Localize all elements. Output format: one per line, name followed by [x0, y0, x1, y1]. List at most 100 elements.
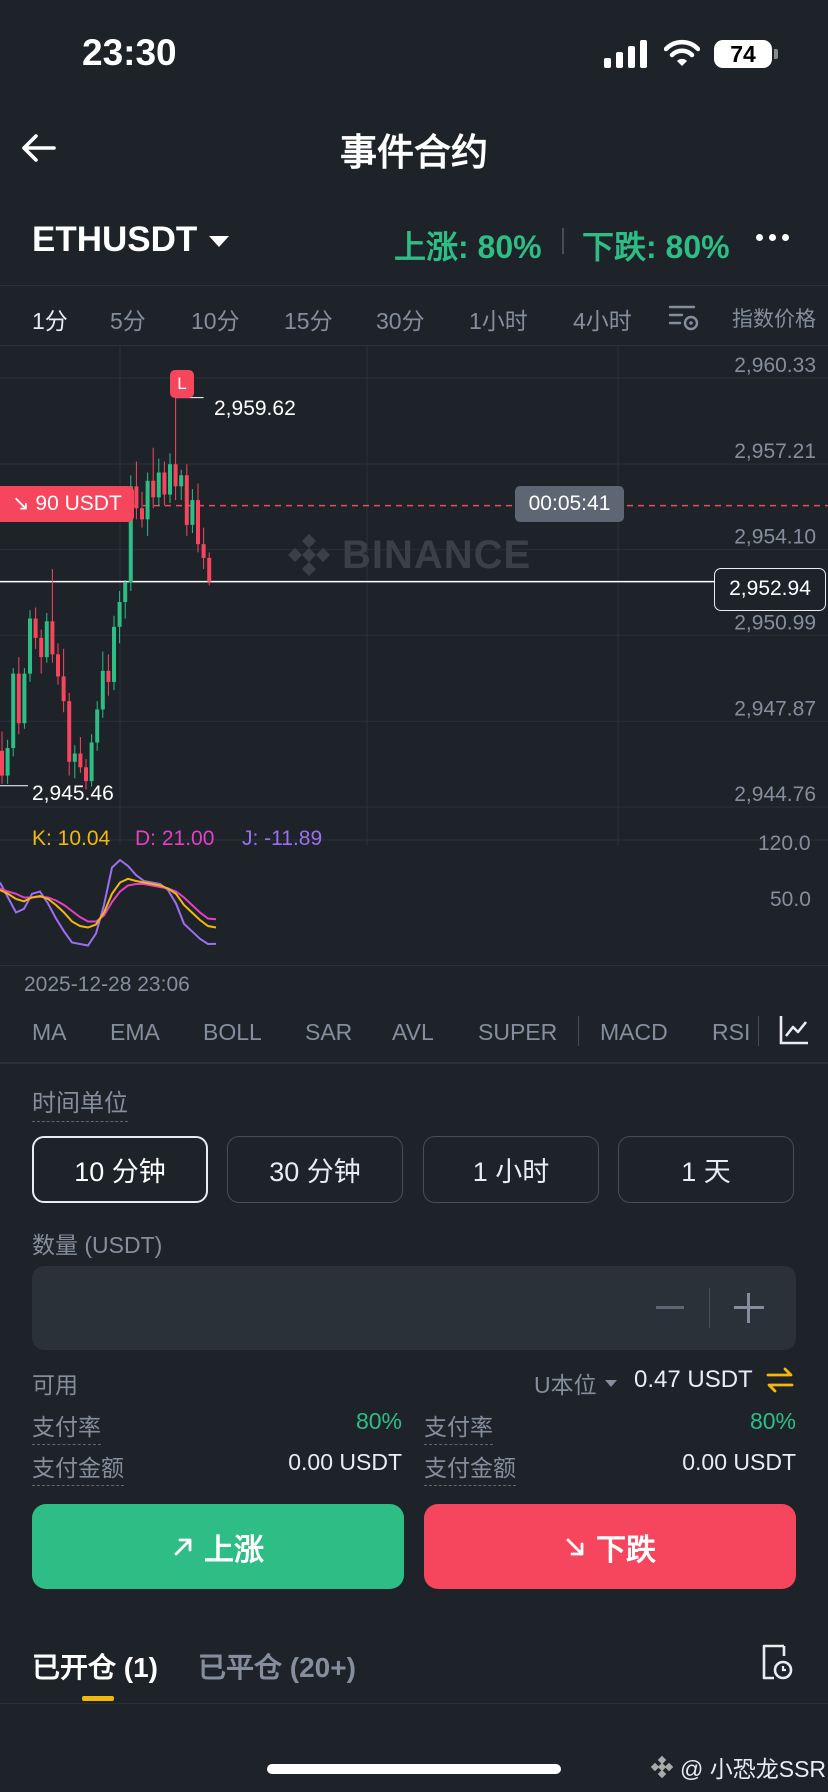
down-payout-amount-value: 0.00 USDT: [682, 1449, 796, 1475]
indicator-ema[interactable]: EMA: [110, 1019, 160, 1046]
transfer-icon[interactable]: [765, 1366, 795, 1394]
candle-body: [44, 621, 49, 658]
candle-body: [16, 673, 21, 724]
kdj-k-value: K: 10.04: [32, 827, 111, 850]
candle-body: [0, 750, 4, 776]
duration-1d-button[interactable]: 1 天: [618, 1136, 794, 1203]
minus-icon[interactable]: [656, 1306, 684, 1309]
candle-body: [50, 621, 55, 655]
up-payout-amount-label: 支付金额: [32, 1449, 124, 1486]
candle-body: [117, 602, 122, 627]
interval-1h[interactable]: 1小时: [469, 302, 528, 336]
candle-body: [5, 748, 10, 776]
candle-body: [207, 557, 212, 582]
candlestick-series: [0, 385, 212, 790]
price-axis-label: 2,957.21: [734, 440, 816, 463]
candle-body: [95, 709, 100, 743]
candle-body: [72, 753, 77, 762]
divider: [0, 285, 828, 286]
indicator-boll[interactable]: BOLL: [203, 1019, 262, 1046]
price-axis-label: 2,950.99: [734, 611, 816, 634]
buy-down-button[interactable]: 下跌: [424, 1504, 796, 1589]
candle-body: [123, 582, 128, 603]
more-options-icon[interactable]: [756, 234, 789, 241]
candle-body: [168, 464, 172, 495]
cellular-signal-icon: [604, 40, 647, 68]
up-payout-rate: 上涨: 80%: [394, 229, 542, 265]
duration-10m-button[interactable]: 10 分钟: [32, 1136, 208, 1203]
indicator-sar[interactable]: SAR: [305, 1019, 352, 1046]
index-price-toggle[interactable]: 指数价格: [732, 303, 816, 333]
indicator-rsi[interactable]: RSI: [712, 1019, 750, 1046]
up-payout-rate-label: 支付率: [32, 1408, 101, 1445]
order-price-tag: ↘ 90 USDT: [0, 486, 134, 522]
interval-10m[interactable]: 10分: [191, 302, 240, 336]
down-payout-rate: 下跌: 80%: [582, 229, 730, 265]
binance-logo-icon: [650, 1755, 674, 1779]
kdj-axis-mid: 50.0: [770, 888, 811, 911]
interval-15m[interactable]: 15分: [284, 302, 333, 336]
status-time: 23:30: [82, 32, 177, 73]
indicator-ma[interactable]: MA: [32, 1019, 67, 1046]
interval-4h[interactable]: 4小时: [573, 302, 632, 336]
history-icon[interactable]: [758, 1642, 794, 1682]
indicator-macd[interactable]: MACD: [600, 1019, 668, 1046]
tab-open-positions[interactable]: 已开仓 (1): [32, 1646, 158, 1686]
available-balance: 0.47 USDT: [634, 1366, 753, 1393]
symbol-selector[interactable]: ETHUSDT: [32, 220, 230, 260]
stepper-divider: [709, 1288, 710, 1328]
candle-body: [184, 475, 189, 525]
price-chart[interactable]: 2,960.33 2,957.21 2,954.10 2,950.99 2,947.87…: [0, 345, 828, 965]
tab-closed-positions[interactable]: 已平仓 (20+): [198, 1646, 356, 1686]
candle-body: [11, 673, 16, 749]
candle-body: [112, 626, 116, 682]
chart-time-label: 2025-12-28 23:06: [24, 973, 190, 996]
kdj-j-value: J: -11.89: [242, 827, 323, 850]
indicator-avl[interactable]: AVL: [392, 1019, 434, 1046]
candle-body: [156, 472, 161, 498]
candle-body: [201, 544, 206, 558]
candle-body: [162, 472, 167, 495]
candle-body: [78, 753, 83, 768]
home-indicator: [267, 1764, 561, 1774]
candle-body: [56, 654, 60, 677]
duration-1h-button[interactable]: 1 小时: [423, 1136, 599, 1203]
up-payout-rate-value: 80%: [355, 1408, 402, 1434]
down-payout-amount-label: 支付金额: [424, 1449, 516, 1486]
margin-unit-selector[interactable]: U本位: [534, 1366, 617, 1400]
high-badge: L: [170, 370, 194, 398]
buy-down-label: 下跌: [596, 1533, 656, 1567]
candle-body: [151, 480, 156, 498]
indicator-super[interactable]: SUPER: [478, 1019, 557, 1046]
buy-up-button[interactable]: 上涨: [32, 1504, 404, 1589]
duration-30m-button[interactable]: 30 分钟: [227, 1136, 403, 1203]
candle-body: [190, 500, 195, 525]
kdj-indicator-lines: [0, 858, 217, 947]
credit-watermark: @ 小恐龙SSR: [650, 1750, 826, 1784]
plus-icon[interactable]: [734, 1293, 764, 1323]
buy-up-label: 上涨: [204, 1533, 264, 1567]
rate-divider: [562, 228, 564, 254]
credit-text: @ 小恐龙SSR: [680, 1756, 827, 1782]
candle-body: [39, 637, 44, 658]
chart-settings-icon[interactable]: [668, 303, 700, 333]
candle-body: [134, 486, 139, 509]
candle-body: [33, 618, 38, 638]
wifi-icon: [664, 39, 700, 66]
interval-5m[interactable]: 5分: [110, 302, 146, 336]
battery-tip: [774, 49, 778, 59]
countdown-timer: 00:05:41: [515, 486, 624, 522]
divider: [0, 1703, 828, 1704]
interval-30m[interactable]: 30分: [376, 302, 425, 336]
interval-1m[interactable]: 1分: [32, 302, 68, 336]
candle-body: [61, 676, 66, 702]
down-payout-rate-label: 支付率: [424, 1408, 493, 1445]
battery-icon: 74: [714, 40, 772, 68]
candle-body: [140, 508, 144, 520]
candle-body: [100, 670, 105, 710]
available-label: 可用: [32, 1372, 78, 1398]
candle-body: [84, 767, 88, 782]
down-payout-rate-value: 80%: [749, 1408, 796, 1434]
watermark-text: BINANCE: [342, 532, 532, 577]
indicator-chart-icon[interactable]: [778, 1014, 810, 1046]
